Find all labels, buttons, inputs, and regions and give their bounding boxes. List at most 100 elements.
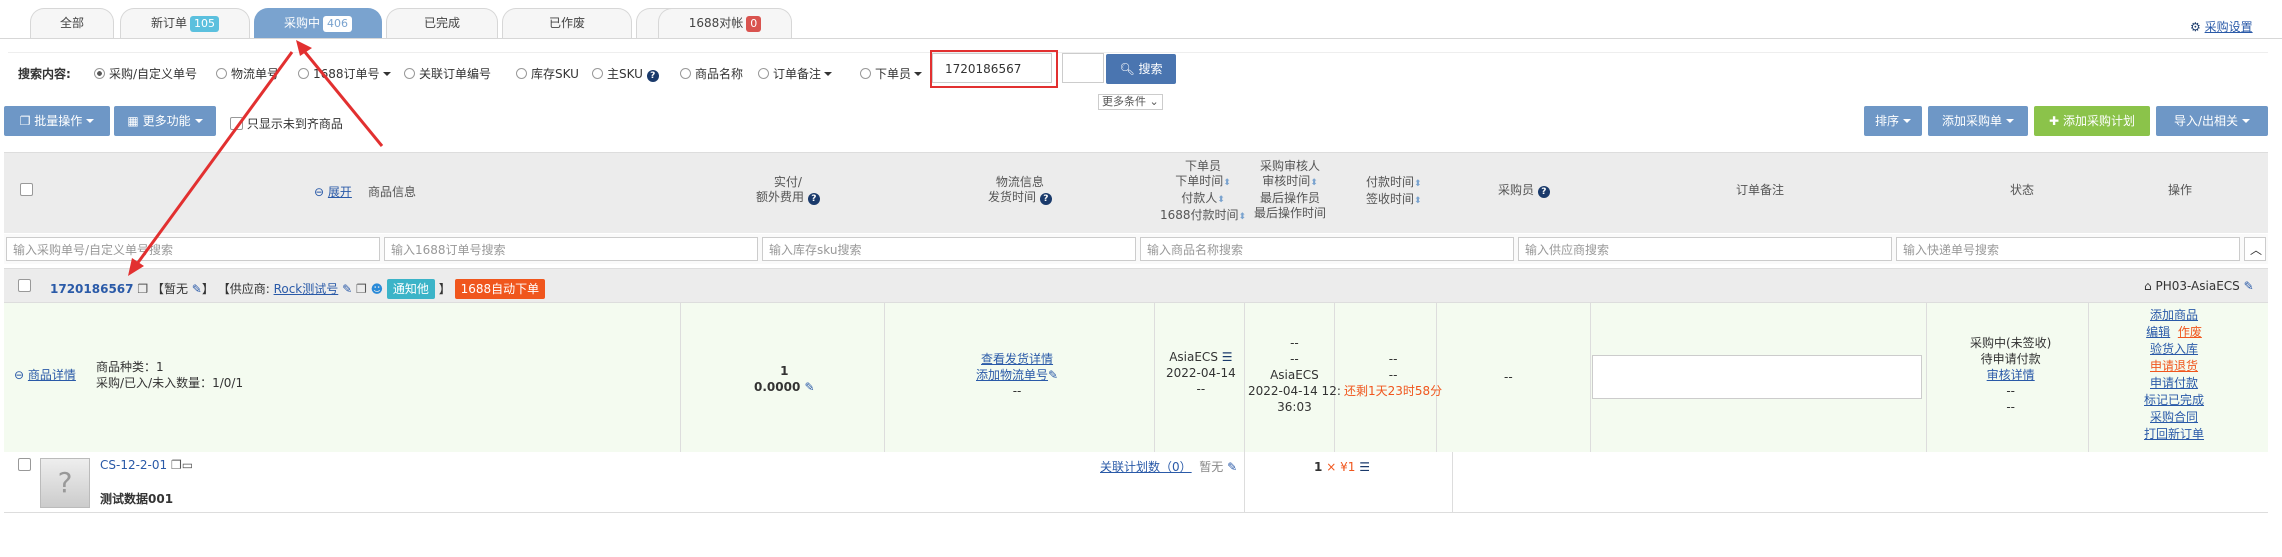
more-conditions-toggle[interactable]: 更多条件 ⌄ [1098,94,1163,110]
order-number[interactable]: 1720186567 [50,282,134,296]
purchase-contract-link[interactable]: 采购合同 [2144,409,2204,426]
select-all-checkbox[interactable] [20,183,33,198]
search-option-product-name[interactable]: 商品名称 [680,65,743,82]
item-select-checkbox[interactable] [18,458,31,472]
auto-order-1688-button[interactable]: 1688自动下单 [454,279,546,299]
pay-time-cell: -- -- 还剩1天23时58分 [1344,352,1443,398]
product-summary: 商品种类：1 采购/已入/未入数量：1/0/1 [96,360,244,390]
sort-icon[interactable]: ⬍ [1223,178,1231,188]
caret-down-icon [824,72,833,76]
search-option-main-sku[interactable]: 主SKU ? [592,65,659,82]
more-functions-button[interactable]: ▦ 更多功能 [114,106,216,136]
filter-tracking-input[interactable]: 输入快递单号搜索 [1896,237,2240,261]
tab-completed[interactable]: 已完成 [386,8,498,39]
audit-detail-link[interactable]: 审核详情 [1970,367,2051,383]
tab-voided[interactable]: 已作废 [502,8,632,39]
caret-down-icon [2242,119,2251,123]
search-content-label: 搜索内容: [18,67,71,81]
filter-product-name-input[interactable]: 输入商品名称搜索 [1140,237,1514,261]
search-option-tracking[interactable]: 物流单号 [216,65,279,82]
order-header-info: 1720186567 ❐ 【暂无 ✎】 【供应商: Rock测试号 ✎ ❐ ☻ … [50,279,546,299]
search-input-extra[interactable] [1062,53,1104,83]
filter-1688-order-input[interactable]: 输入1688订单号搜索 [384,237,758,261]
import-export-button[interactable]: 导入/出相关 [2156,106,2268,136]
batch-actions-button[interactable]: ❐ 批量操作 [4,106,110,136]
caret-down-icon [2006,119,2014,123]
add-tracking-link[interactable]: 添加物流单号 [976,368,1048,382]
product-placeholder-image: ? [40,458,90,508]
edit-icon[interactable]: ✎ [805,380,815,394]
radio-icon [298,68,309,79]
edit-icon[interactable]: ✎ [1227,460,1237,474]
sort-icon[interactable]: ⬍ [1217,195,1225,205]
item-name: 测试数据001 [100,492,174,506]
product-detail-toggle[interactable]: ⊖ 商品详情 [14,367,76,383]
filter-stock-sku-input[interactable]: 输入库存sku搜索 [762,237,1136,261]
edit-link[interactable]: 编辑 [2146,325,2170,339]
add-product-link[interactable]: 添加商品 [2144,307,2204,324]
header-paid: 实付/额外费用 ? [756,175,820,205]
edit-icon[interactable]: ✎ [1048,368,1058,382]
view-shipping-link[interactable]: 查看发货详情 [976,351,1058,367]
edit-icon[interactable]: ✎ [2244,279,2254,293]
sort-icon[interactable]: ⬍ [1414,196,1422,206]
order-select-checkbox[interactable] [18,279,31,293]
item-row: ? CS-12-2-01 ❐▭ 测试数据001 关联计划数（0） 暂无 ✎ 1 … [4,452,2268,513]
notify-button[interactable]: 通知他 [386,279,435,299]
supplier-link[interactable]: Rock测试号 [274,282,339,296]
list-icon[interactable]: ☰ [1222,350,1233,364]
sort-icon[interactable]: ⬍ [1239,212,1247,222]
sort-button[interactable]: 排序 [1864,106,1922,136]
order-detail-row: ⊖ 商品详情 商品种类：1 采购/已入/未入数量：1/0/1 1 0.0000 … [4,302,2268,454]
filter-supplier-input[interactable]: 输入供应商搜索 [1518,237,1892,261]
column-filters: 输入采购单号/自定义单号搜索 输入1688订单号搜索 输入库存sku搜索 输入商… [4,234,2268,264]
search-option-order-remark[interactable]: 订单备注 [758,65,833,82]
copy-icon[interactable]: ❐ [356,282,367,296]
edit-icon[interactable]: ✎ [342,282,352,296]
add-purchase-order-button[interactable]: 添加采购单 [1928,106,2028,136]
copy-icon[interactable]: ❐ [171,458,182,472]
edit-icon[interactable]: ✎ [192,282,202,296]
chevron-down-icon: ⌄ [1149,95,1159,108]
expand-toggle[interactable]: ⊖ 展开 [314,185,352,200]
checkbox[interactable] [230,117,243,130]
minus-circle-icon: ⊖ [14,368,25,382]
search-option-1688-order[interactable]: 1688订单号 [298,65,391,82]
request-return-link[interactable]: 申请退货 [2144,358,2204,375]
tab-purchasing[interactable]: 采购中 406 [254,8,382,39]
header-product-info: 商品信息 [368,185,417,199]
auditor-cell: -- -- AsiaECS 2022-04-14 12: 36:03 [1248,336,1341,414]
filter-po-number-input[interactable]: 输入采购单号/自定义单号搜索 [6,237,380,261]
void-link[interactable]: 作废 [2178,325,2202,339]
order-remark-textarea[interactable] [1592,355,1922,399]
comment-icon[interactable]: ▭ [182,458,193,472]
copy-icon[interactable]: ❐ [137,282,148,296]
search-option-stock-sku[interactable]: 库存SKU [516,65,579,82]
sort-icon[interactable]: ⬍ [1310,178,1318,188]
status-cell: 采购中(未签收) 待申请付款 审核详情 -- -- [1970,336,2052,414]
search-option-orderer[interactable]: 下单员 [860,65,923,82]
request-payment-link[interactable]: 申请付款 [2144,375,2204,392]
wangwang-icon[interactable]: ☻ [371,282,384,296]
radio-icon [516,68,527,79]
list-icon[interactable]: ☰ [1359,460,1370,474]
sort-icon[interactable]: ⬍ [1414,179,1422,189]
add-purchase-plan-button[interactable]: ✚ 添加采购计划 [2034,106,2150,136]
return-to-new-link[interactable]: 打回新订单 [2144,426,2204,443]
only-incomplete-filter[interactable]: 只显示未到齐商品 [230,115,343,132]
remaining-time: 还剩1天23时58分 [1344,384,1443,398]
tab-1688-reconcile[interactable]: 1688对帐 0 [658,8,792,39]
plus-icon: ✚ [2049,114,2060,128]
buyer-value: -- [1504,370,1513,384]
purchasing-count-badge: 406 [323,16,352,32]
collapse-up-icon[interactable]: ︿ [2244,237,2266,261]
tab-all[interactable]: 全部 [30,8,114,39]
related-plan-link[interactable]: 关联计划数（0） [1100,460,1192,474]
search-option-po-number[interactable]: 采购/自定义单号 [94,65,197,82]
search-button[interactable]: 🔍︎ 搜索 [1106,54,1176,84]
tab-new-orders[interactable]: 新订单 105 [120,8,250,39]
mark-complete-link[interactable]: 标记已完成 [2144,392,2204,409]
inspect-stock-in-link[interactable]: 验货入库 [2144,341,2204,358]
purchase-settings-link[interactable]: ⚙ 采购设置 [2190,18,2253,35]
search-option-related-order[interactable]: 关联订单编号 [404,65,491,82]
